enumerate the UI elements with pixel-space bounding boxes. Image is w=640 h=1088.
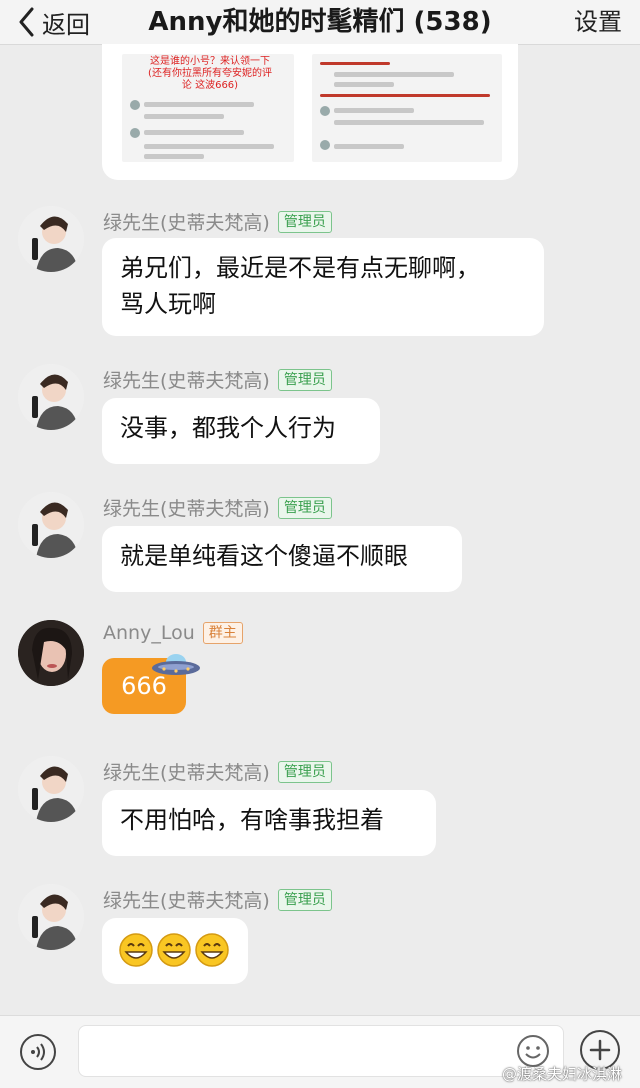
sender-name: 绿先生(史蒂夫梵高) [103, 370, 270, 392]
group-title: Anny和她的时髦精们 (538) [148, 7, 492, 37]
voice-button[interactable] [20, 1034, 56, 1070]
sender-line: 绿先生(史蒂夫梵高) 管理员 [103, 886, 332, 913]
message-bubble[interactable]: 不用怕哈，有啥事我担着 [102, 790, 436, 856]
weibo-watermark: @渡桑夫妇冰淇淋 [502, 1065, 623, 1083]
sender-line: 绿先生(史蒂夫梵高) 管理员 [103, 366, 332, 393]
sender-name: Anny_Lou [103, 622, 195, 644]
sender-name: 绿先生(史蒂夫梵高) [103, 762, 270, 784]
settings-button[interactable]: 设置 [574, 4, 622, 40]
message-input[interactable] [78, 1025, 564, 1077]
message-bubble[interactable]: 就是单纯看这个傻逼不顺眼 [102, 526, 462, 592]
sender-name: 绿先生(史蒂夫梵高) [103, 890, 270, 912]
sender-name: 绿先生(史蒂夫梵高) [103, 212, 270, 234]
back-label: 返回 [42, 10, 90, 39]
avatar[interactable] [18, 364, 84, 430]
chat-message: 绿先生(史蒂夫梵高) 管理员 没事，都我个人行为 [0, 360, 640, 470]
shared-image-message[interactable]: 这是谁的小号？来认领一下 (还有你拉黑所有夸安妮的评 论 这波666) [102, 44, 518, 180]
chat-message: 绿先生(史蒂夫梵高) 管理员 弟兄们，最近是不是有点无聊啊， 骂人玩啊 [0, 200, 640, 340]
chevron-left-icon [19, 7, 34, 37]
sender-line: Anny_Lou 群主 [103, 622, 243, 644]
sender-name: 绿先生(史蒂夫梵高) [103, 498, 270, 520]
chat-message: 绿先生(史蒂夫梵高) 管理员 [0, 880, 640, 990]
avatar[interactable] [18, 492, 84, 558]
avatar[interactable] [18, 756, 84, 822]
screenshot-right [312, 54, 502, 162]
admin-badge: 管理员 [277, 496, 332, 519]
screenshot-left: 这是谁的小号？来认领一下 (还有你拉黑所有夸安妮的评 论 这波666) [122, 54, 294, 162]
chat-message: 绿先生(史蒂夫梵高) 管理员 不用怕哈，有啥事我担着 [0, 752, 640, 862]
nav-bar: 返回 Anny和她的时髦精们 (538) 设置 [0, 0, 640, 45]
voice-icon [31, 1043, 45, 1061]
avatar[interactable] [18, 206, 84, 272]
message-bubble-emoji[interactable] [102, 918, 248, 984]
admin-badge: 管理员 [277, 368, 332, 391]
grin-emoji-icon [119, 933, 229, 967]
sender-line: 绿先生(史蒂夫梵高) 管理员 [103, 758, 332, 785]
chat-message: Anny_Lou 群主 666 [0, 616, 640, 726]
admin-badge: 管理员 [277, 888, 332, 911]
sender-line: 绿先生(史蒂夫梵高) 管理员 [103, 208, 332, 235]
avatar[interactable] [18, 884, 84, 950]
owner-badge: 群主 [202, 622, 243, 644]
back-button[interactable]: 返回 [18, 4, 90, 40]
chat-message: 绿先生(史蒂夫梵高) 管理员 就是单纯看这个傻逼不顺眼 [0, 488, 640, 598]
sender-line: 绿先生(史蒂夫梵高) 管理员 [103, 494, 332, 521]
admin-badge: 管理员 [277, 760, 332, 783]
ufo-icon [152, 654, 200, 675]
admin-badge: 管理员 [277, 210, 332, 233]
screenshot-caption: 这是谁的小号？来认领一下 (还有你拉黑所有夸安妮的评 论 这波666) [148, 56, 272, 91]
message-bubble[interactable]: 弟兄们，最近是不是有点无聊啊， 骂人玩啊 [102, 238, 544, 336]
avatar[interactable] [18, 620, 84, 686]
message-bubble[interactable]: 没事，都我个人行为 [102, 398, 380, 464]
